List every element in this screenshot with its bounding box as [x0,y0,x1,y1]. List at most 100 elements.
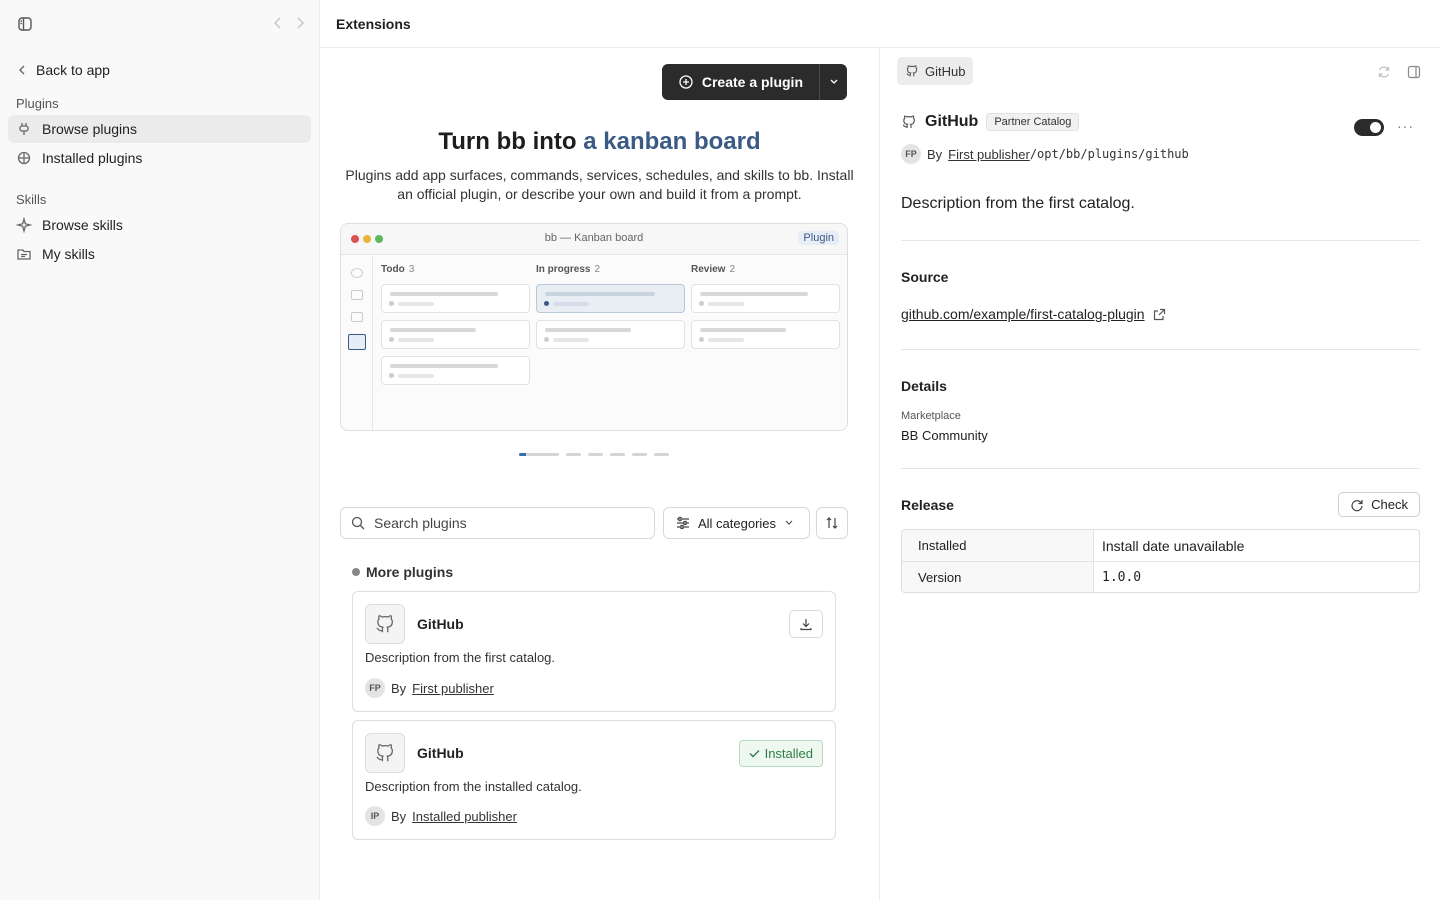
release-value: Install date unavailable [1102,537,1245,554]
avatar: FP [365,678,385,698]
plugin-detail-header: GitHub Partner Catalog [901,113,1080,131]
preview-card [691,320,840,349]
preview-card [536,284,685,313]
preview-window-bar: bb — Kanban board Plugin [341,224,847,255]
plus-circle-icon [678,74,694,90]
github-icon [905,64,919,78]
plugin-description: Description from the installed catalog. [365,779,582,794]
preview-window-title: bb — Kanban board [544,232,644,244]
sort-icon [825,516,839,530]
divider [901,468,1420,469]
hero-description: Plugins add app surfaces, commands, serv… [345,167,854,202]
carousel-page-indicator[interactable] [519,453,559,456]
by-label: By [391,808,407,824]
preview-column-count: 2 [594,264,601,275]
plugin-name: GitHub [417,616,464,632]
carousel-page-indicator[interactable] [588,453,603,456]
detail-toolbar [1376,64,1422,80]
preview-card [691,284,840,313]
filter-sliders-icon [676,516,690,530]
plugin-detail-panel: GitHub GitHub Partner Catalog ··· FP By … [881,48,1440,900]
carousel-page-indicator[interactable] [632,453,647,456]
category-select[interactable]: All categories [663,507,810,539]
plugin-publisher: FP By First publisher [365,678,494,698]
install-button[interactable] [789,610,823,638]
sidebar-item-browse-plugins[interactable]: Browse plugins [8,115,311,143]
bullet-icon [352,568,360,576]
sidebar: Back to app Plugins Browse plugins Insta… [0,0,320,900]
sort-button[interactable] [816,507,848,539]
refresh-icon [1350,498,1364,512]
external-link-icon[interactable] [1153,308,1166,321]
publisher-link[interactable]: First publisher [412,681,494,696]
back-to-app-link[interactable]: Back to app [8,56,311,84]
hero-title: Turn bb into a kanban board [320,128,879,156]
check-icon [749,749,760,758]
chevron-left-icon [18,64,26,76]
github-icon [365,733,405,773]
plugin-detail-name: GitHub [925,113,979,130]
carousel-page-indicator[interactable] [610,453,625,456]
carousel-page-indicator[interactable] [566,453,581,456]
kanban-icon [347,334,366,350]
plugin-path: /opt/bb/plugins/github [1029,147,1189,161]
marketplace-label: Marketplace [901,410,961,422]
sidebar-item-label: Browse skills [42,217,123,233]
sparkle-icon [16,217,32,233]
refresh-icon[interactable] [1376,64,1392,80]
search-input[interactable] [374,515,654,531]
panel-toggle-icon[interactable] [1406,64,1422,80]
publisher-link[interactable]: First publisher [948,147,1030,162]
folder-list-icon [16,246,32,262]
installed-badge: Installed [738,740,823,767]
avatar: IP [365,806,385,826]
release-key: Installed [902,530,1094,561]
preview-column-name: Review [691,264,726,275]
folder-icon [350,290,363,300]
preview-column-name: In progress [536,264,591,275]
page-title: Extensions [336,15,411,32]
carousel-page-indicator[interactable] [654,453,669,456]
sidebar-item-installed-plugins[interactable]: Installed plugins [8,144,311,172]
release-key: Version [902,562,1094,592]
search-box [340,507,655,539]
carousel-pager [519,453,669,456]
chevron-down-icon [829,78,839,86]
sidebar-section-plugins: Plugins [16,96,59,111]
sidebar-item-label: My skills [42,246,95,262]
source-link-row: github.com/example/first-catalog-plugin [901,306,1166,322]
detail-tab[interactable]: GitHub [897,57,974,85]
plugin-enabled-toggle[interactable] [1354,119,1384,136]
more-options-button[interactable]: ··· [1397,118,1414,134]
plugin-card[interactable]: GitHub Installed Description from the in… [352,720,836,840]
nav-back-icon[interactable] [273,14,283,32]
detail-tab-label: GitHub [925,63,966,79]
page-header: Extensions [320,0,1440,48]
marketplace-value: BB Community [901,428,988,443]
check-label: Check [1371,497,1408,512]
preview-sidebar [341,256,373,430]
check-updates-button[interactable]: Check [1338,492,1420,517]
catalog-tag: Partner Catalog [986,113,1080,131]
chevron-down-icon [784,519,794,527]
sidebar-item-browse-skills[interactable]: Browse skills [8,211,311,239]
sidebar-item-my-skills[interactable]: My skills [8,240,311,268]
preview-card [536,320,685,349]
back-to-app-label: Back to app [36,62,110,78]
plugin-card[interactable]: GitHub Description from the first catalo… [352,591,836,712]
preview-column-count: 3 [408,264,415,275]
hero-title-accent: a kanban board [583,128,761,155]
plugin-icon [16,121,32,137]
sidebar-top [0,0,319,48]
checklist-icon [350,312,363,322]
sidebar-toggle-icon[interactable] [16,15,34,33]
nav-forward-icon[interactable] [295,14,305,32]
create-plugin-button[interactable]: Create a plugin [662,64,819,100]
publisher-link[interactable]: Installed publisher [412,809,517,824]
source-link[interactable]: github.com/example/first-catalog-plugin [901,306,1145,322]
sidebar-section-skills: Skills [16,192,47,207]
preview-plugin-badge: Plugin [798,231,839,245]
create-plugin-menu-button[interactable] [819,64,847,100]
preview-column-name: Todo [381,264,405,275]
preview-column: In progress 2 [536,264,685,392]
